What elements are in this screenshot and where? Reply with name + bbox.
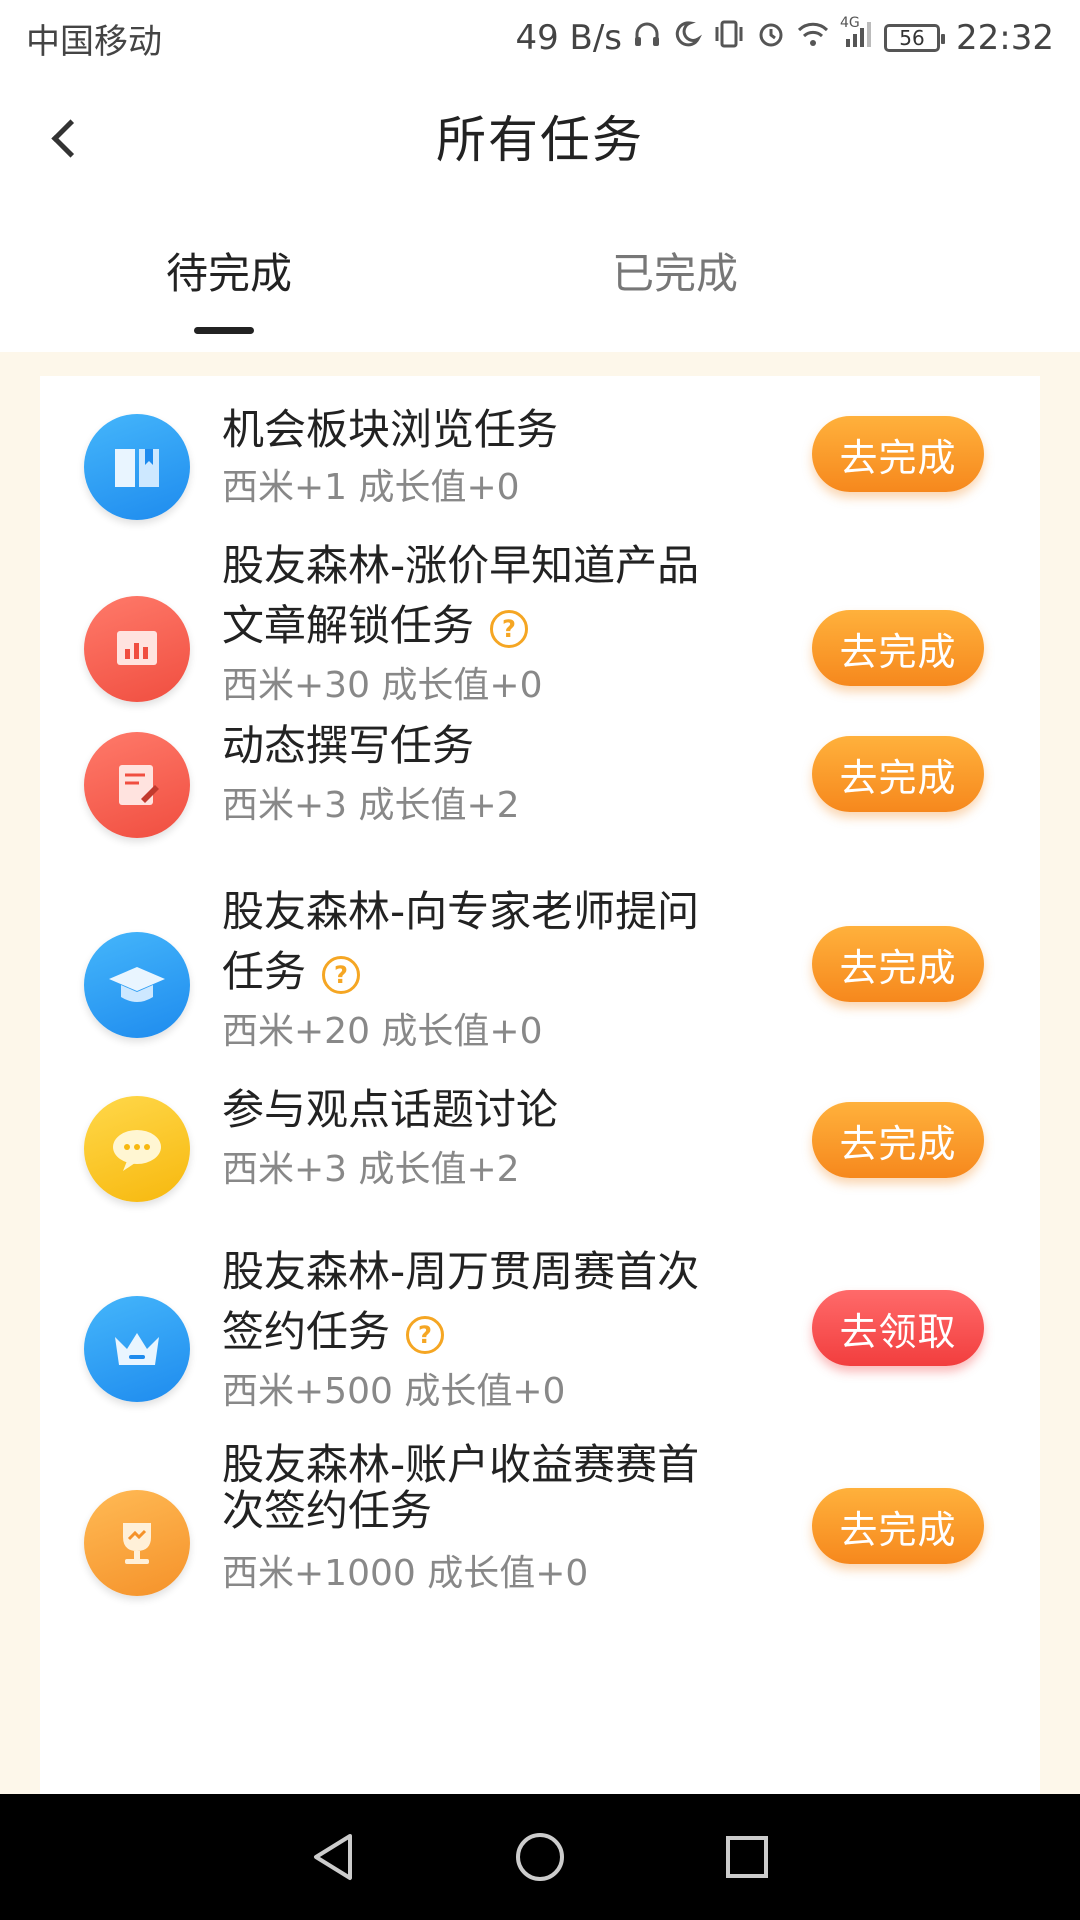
complete-button[interactable]: 去完成 [812, 736, 984, 812]
battery-level: 56 [899, 26, 925, 50]
claim-button[interactable]: 去领取 [812, 1290, 984, 1366]
back-button[interactable] [40, 110, 90, 166]
task-title: 股友森林-涨价早知道产品文章解锁任务? [222, 536, 702, 656]
book-icon [84, 414, 190, 520]
complete-button[interactable]: 去完成 [812, 1102, 984, 1178]
headphones-icon [632, 19, 662, 57]
net-speed: 49 B/s [515, 18, 623, 58]
task-reward: 西米+500 成长值+0 [222, 1371, 566, 1412]
wifi-icon [796, 19, 830, 57]
nav-back-button[interactable] [303, 1827, 363, 1887]
crown-icon [84, 1296, 190, 1402]
task-list: 机会板块浏览任务 西米+1 成长值+0 去完成 股友森林-涨价早知道产品文章解锁… [40, 376, 1040, 1794]
header: 所有任务 [0, 76, 1080, 196]
chat-bubble-icon [84, 1096, 190, 1202]
alarm-icon [756, 19, 786, 57]
task-title: 股友森林-周万贯周赛首次签约任务? [222, 1242, 702, 1362]
status-icons: 49 B/s 4G 56 22:32 [515, 15, 1054, 58]
task-title-text: 股友森林-周万贯周赛首次签约任务 [222, 1247, 700, 1356]
task-reward: 西米+3 成长值+2 [222, 785, 520, 826]
tab-active-indicator [194, 327, 254, 334]
task-title: 股友森林-账户收益赛赛首次签约任务 [222, 1440, 700, 1535]
task-reward: 西米+1 成长值+0 [222, 467, 520, 508]
task-reward: 西米+20 成长值+0 [222, 1011, 543, 1052]
help-icon[interactable]: ? [406, 1315, 445, 1354]
complete-button[interactable]: 去完成 [812, 926, 984, 1002]
tab-pending-label: 待完成 [166, 249, 293, 298]
trophy-icon [84, 1490, 190, 1596]
task-title: 动态撰写任务 [222, 721, 475, 770]
task-title: 机会板块浏览任务 [222, 405, 559, 454]
tab-completed-label: 已完成 [612, 249, 739, 298]
complete-button[interactable]: 去完成 [812, 1488, 984, 1564]
tab-bar: 待完成 已完成 [0, 220, 1080, 352]
status-bar: 中国移动 49 B/s 4G 56 22:32 [0, 0, 1080, 76]
vibrate-icon [712, 19, 746, 57]
task-reward: 西米+3 成长值+2 [222, 1149, 520, 1190]
help-icon[interactable]: ? [322, 955, 361, 994]
task-title: 股友森林-向专家老师提问任务? [222, 882, 702, 1002]
nav-recents-button[interactable] [717, 1827, 777, 1887]
task-reward: 西米+1000 成长值+0 [222, 1553, 589, 1594]
tab-pending[interactable]: 待完成 [0, 220, 540, 352]
network-type-label: 4G [840, 15, 860, 31]
graduation-cap-icon [84, 932, 190, 1038]
tab-completed[interactable]: 已完成 [540, 220, 1080, 352]
task-content: 机会板块浏览任务 西米+1 成长值+0 去完成 股友森林-涨价早知道产品文章解锁… [0, 352, 1080, 1794]
clock: 22:32 [956, 18, 1054, 58]
edit-note-icon [84, 732, 190, 838]
task-reward: 西米+30 成长值+0 [222, 665, 543, 706]
complete-button[interactable]: 去完成 [812, 416, 984, 492]
carrier-label: 中国移动 [26, 21, 162, 62]
task-title: 参与观点话题讨论 [222, 1085, 559, 1134]
moon-icon [672, 19, 703, 57]
task-title-text: 股友森林-涨价早知道产品文章解锁任务 [222, 541, 700, 650]
bar-chart-icon [84, 596, 190, 702]
complete-button[interactable]: 去完成 [812, 610, 984, 686]
nav-home-button[interactable] [510, 1827, 570, 1887]
battery-icon: 56 [884, 24, 946, 52]
task-title-text: 股友森林-向专家老师提问任务 [222, 887, 700, 996]
system-nav-bar [0, 1794, 1080, 1920]
page-title: 所有任务 [436, 111, 644, 169]
signal-icon: 4G [840, 15, 874, 57]
help-icon[interactable]: ? [490, 609, 529, 648]
